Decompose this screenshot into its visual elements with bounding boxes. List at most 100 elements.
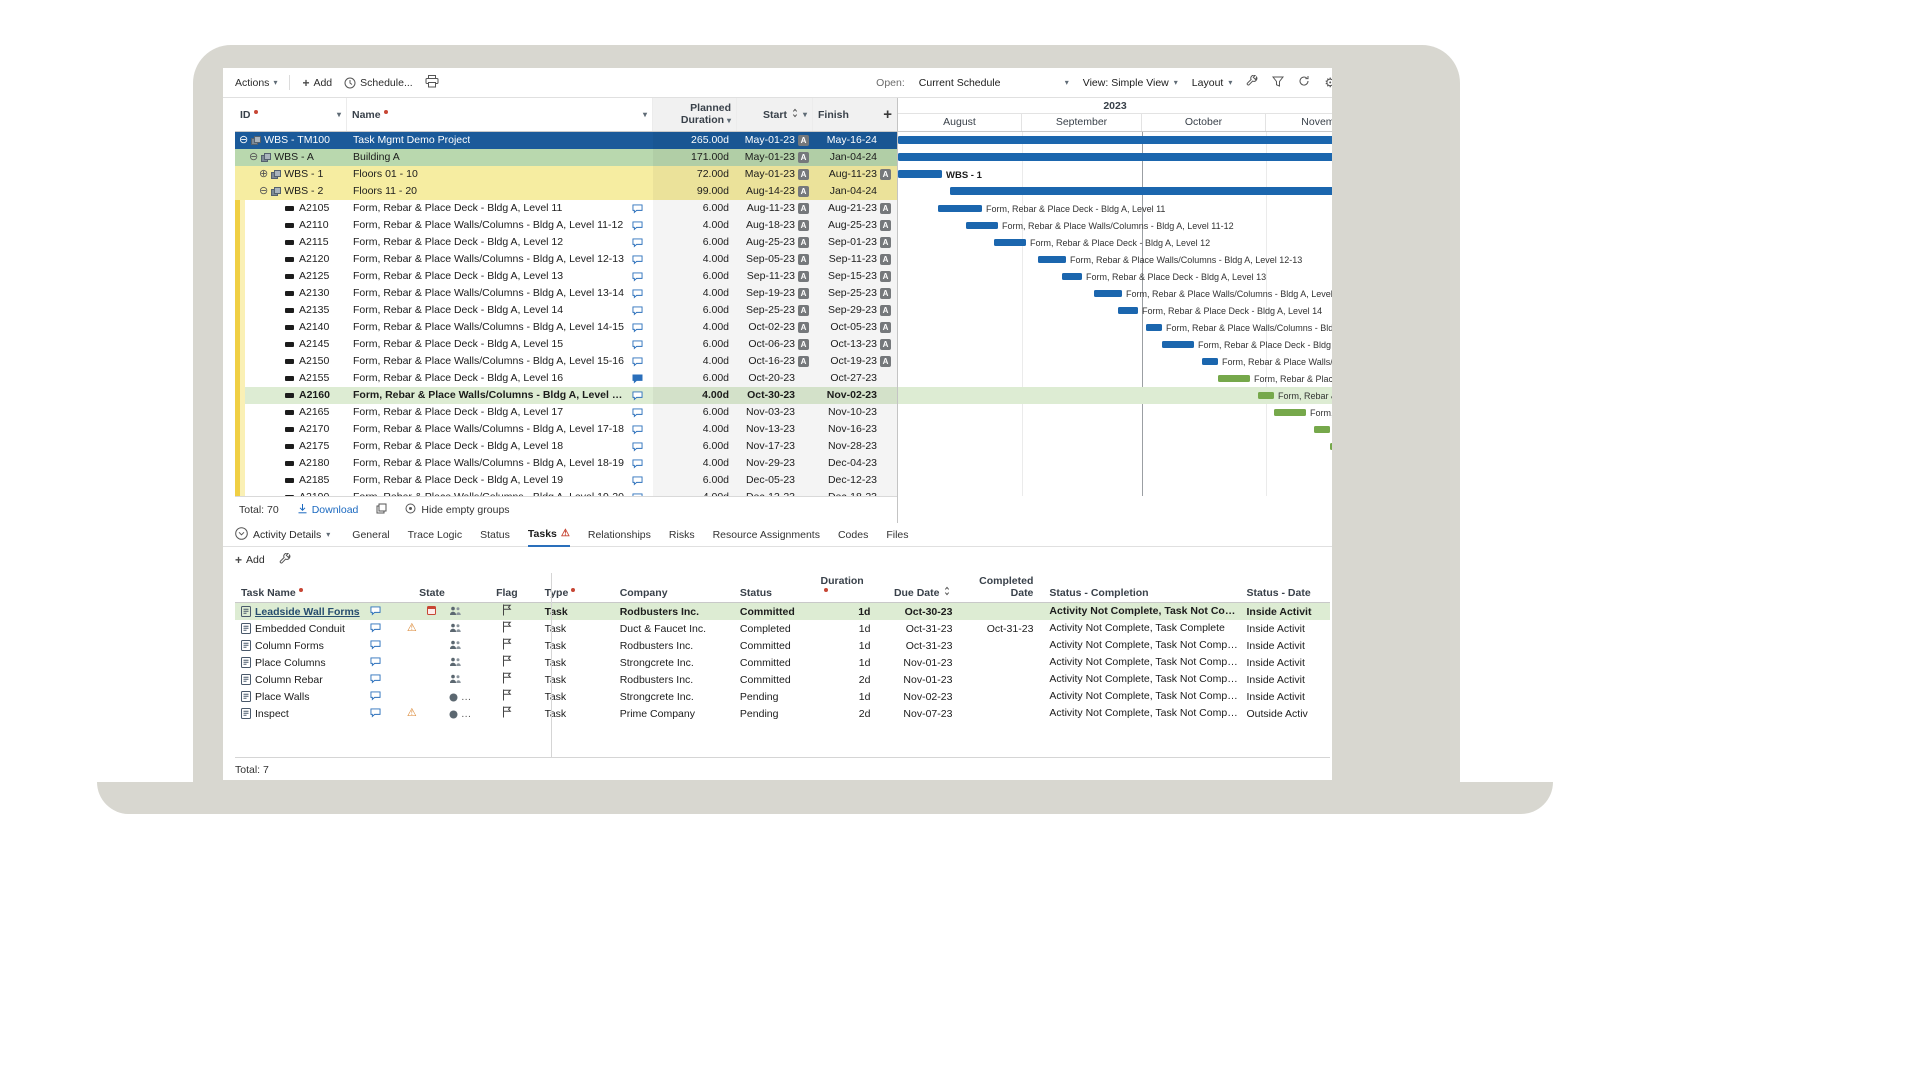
add-column-button[interactable]: + bbox=[883, 106, 892, 123]
comment-icon[interactable] bbox=[632, 424, 643, 438]
comment-icon[interactable] bbox=[370, 606, 381, 619]
tab-codes[interactable]: Codes bbox=[838, 523, 868, 547]
task-row-place-columns[interactable]: Place ColumnsTaskStrongcrete Inc.Committ… bbox=[235, 654, 1330, 671]
flag-icon[interactable] bbox=[502, 706, 512, 721]
grid-row-A2165[interactable]: A2165Form, Rebar & Place Deck - Bldg A, … bbox=[235, 404, 897, 421]
flag-icon[interactable] bbox=[502, 672, 512, 687]
grid-row-A2120[interactable]: A2120Form, Rebar & Place Walls/Columns -… bbox=[235, 251, 897, 268]
schedule-button[interactable]: Schedule... bbox=[344, 77, 413, 89]
gantt-bar-A2115[interactable] bbox=[994, 239, 1026, 246]
comment-icon[interactable] bbox=[370, 691, 381, 704]
task-name[interactable]: Column Forms bbox=[255, 640, 324, 652]
col-header-name[interactable]: Name ▾ bbox=[347, 98, 653, 131]
comment-icon[interactable] bbox=[632, 305, 643, 319]
grid-row-A2140[interactable]: A2140Form, Rebar & Place Walls/Columns -… bbox=[235, 319, 897, 336]
comment-icon[interactable] bbox=[632, 220, 643, 234]
grid-row-A2155[interactable]: A2155Form, Rebar & Place Deck - Bldg A, … bbox=[235, 370, 897, 387]
task-row-leadside-wall-forms[interactable]: ⚙Leadside Wall FormsTaskRodbusters Inc.C… bbox=[235, 603, 1330, 620]
task-row-column-rebar[interactable]: Column RebarTaskRodbusters Inc.Committed… bbox=[235, 671, 1330, 688]
gantt-bar-A2105[interactable] bbox=[938, 205, 982, 212]
print-button[interactable] bbox=[425, 75, 439, 91]
comment-icon[interactable] bbox=[632, 441, 643, 455]
task-name[interactable]: Inspect bbox=[255, 708, 289, 720]
grid-row-A2115[interactable]: A2115Form, Rebar & Place Deck - Bldg A, … bbox=[235, 234, 897, 251]
grid-row-WBS-2[interactable]: ⊖WBS - 2Floors 11 - 2099.00dAug-14-23AJa… bbox=[235, 183, 897, 200]
task-name[interactable]: Place Walls bbox=[255, 691, 309, 703]
col-header-flag[interactable]: Flag bbox=[475, 587, 538, 599]
col-header-status-completion[interactable]: Status - Completion bbox=[1041, 587, 1238, 599]
expand-icon[interactable]: ⊕ bbox=[259, 166, 268, 183]
chevron-down-icon[interactable]: ▾ bbox=[643, 110, 647, 119]
col-header-finish[interactable]: Finish + bbox=[813, 98, 897, 131]
open-schedule-select[interactable]: Current Schedule▾ bbox=[919, 77, 1069, 89]
task-row-embedded-conduit[interactable]: Embedded Conduit⚠TaskDuct & Faucet Inc.C… bbox=[235, 620, 1330, 637]
comment-icon[interactable] bbox=[370, 708, 381, 721]
refresh-button[interactable] bbox=[1298, 75, 1310, 90]
chevron-down-icon[interactable]: ▾ bbox=[727, 116, 731, 125]
grid-row-A2175[interactable]: A2175Form, Rebar & Place Deck - Bldg A, … bbox=[235, 438, 897, 455]
gantt-bar-A2110[interactable] bbox=[966, 222, 998, 229]
tab-files[interactable]: Files bbox=[886, 523, 908, 547]
task-name[interactable]: Place Columns bbox=[255, 657, 326, 669]
gantt-bar-A2170[interactable] bbox=[1314, 426, 1330, 433]
flag-icon[interactable] bbox=[502, 604, 512, 619]
tab-status[interactable]: Status bbox=[480, 523, 510, 547]
task-row-inspect[interactable]: Inspect⚠…TaskPrime CompanyPending2dNov-0… bbox=[235, 705, 1330, 722]
grid-row-A2105[interactable]: A2105Form, Rebar & Place Deck - Bldg A, … bbox=[235, 200, 897, 217]
grid-row-A2185[interactable]: A2185Form, Rebar & Place Deck - Bldg A, … bbox=[235, 472, 897, 489]
download-button[interactable]: Download bbox=[297, 503, 359, 517]
comment-icon[interactable] bbox=[370, 657, 381, 670]
comment-icon[interactable] bbox=[632, 288, 643, 302]
comment-icon[interactable] bbox=[632, 254, 643, 268]
comment-icon[interactable] bbox=[632, 492, 643, 496]
more-icon[interactable]: … bbox=[461, 691, 472, 703]
flag-icon[interactable] bbox=[502, 638, 512, 653]
more-icon[interactable]: … bbox=[461, 708, 472, 720]
activity-details-selector[interactable]: Activity Details ▾ bbox=[235, 527, 330, 543]
gantt-bar-A2120[interactable] bbox=[1038, 256, 1066, 263]
more-settings-button[interactable]: ⚙ bbox=[1324, 75, 1332, 91]
tab-relationships[interactable]: Relationships bbox=[588, 523, 651, 547]
grid-row-A2190[interactable]: A2190Form, Rebar & Place Walls/Columns -… bbox=[235, 489, 897, 496]
collapse-icon[interactable]: ⊖ bbox=[259, 183, 268, 200]
col-header-state[interactable]: State bbox=[389, 587, 475, 599]
export-button[interactable] bbox=[376, 503, 387, 517]
comment-icon[interactable] bbox=[632, 458, 643, 472]
gantt-bar-WBS-A[interactable] bbox=[898, 153, 1332, 161]
gantt-bar-A2140[interactable] bbox=[1146, 324, 1162, 331]
col-header-start[interactable]: Start ▾ bbox=[737, 98, 813, 131]
grid-row-A2180[interactable]: A2180Form, Rebar & Place Walls/Columns -… bbox=[235, 455, 897, 472]
col-header-type[interactable]: Type bbox=[539, 587, 614, 599]
col-header-due-date[interactable]: Due Date bbox=[880, 586, 960, 599]
task-name[interactable]: Embedded Conduit bbox=[255, 623, 345, 635]
hide-empty-groups-toggle[interactable]: Hide empty groups bbox=[405, 503, 509, 517]
comment-icon[interactable] bbox=[370, 640, 381, 653]
tab-tasks[interactable]: Tasks⚠ bbox=[528, 523, 570, 547]
col-header-status[interactable]: Status bbox=[734, 587, 821, 599]
col-header-id[interactable]: ID ▾ bbox=[235, 98, 347, 131]
gantt-bar-A2165[interactable] bbox=[1274, 409, 1306, 416]
comment-icon[interactable] bbox=[632, 475, 643, 489]
flag-icon[interactable] bbox=[502, 689, 512, 704]
filter-button[interactable] bbox=[1272, 76, 1284, 90]
layout-menu-button[interactable]: Layout▾ bbox=[1192, 77, 1233, 89]
grid-row-A2160[interactable]: ⚙A2160Form, Rebar & Place Walls/Columns … bbox=[235, 387, 897, 404]
gantt-bar-A2175[interactable] bbox=[1330, 443, 1332, 450]
comment-icon[interactable] bbox=[370, 623, 381, 636]
comment-icon[interactable] bbox=[632, 237, 643, 251]
col-header-task-name[interactable]: Task Name bbox=[235, 587, 389, 599]
gantt-bar-WBS-2[interactable] bbox=[950, 187, 1332, 195]
comment-icon[interactable] bbox=[632, 390, 643, 404]
chevron-down-icon[interactable]: ▾ bbox=[337, 110, 341, 119]
gantt-bar-WBS-TM100[interactable] bbox=[898, 136, 1332, 144]
settings-wrench-button[interactable] bbox=[1246, 75, 1258, 90]
flag-icon[interactable] bbox=[502, 621, 512, 636]
actions-menu-button[interactable]: Actions▾ bbox=[235, 77, 277, 89]
task-row-place-walls[interactable]: Place Walls…TaskStrongcrete Inc.Pending1… bbox=[235, 688, 1330, 705]
collapse-icon[interactable]: ⊖ bbox=[239, 132, 248, 149]
grid-row-A2130[interactable]: A2130Form, Rebar & Place Walls/Columns -… bbox=[235, 285, 897, 302]
col-header-planned-duration[interactable]: Planned Duration ▾ bbox=[653, 98, 737, 131]
gantt-bar-A2145[interactable] bbox=[1162, 341, 1194, 348]
sort-icon[interactable] bbox=[943, 586, 951, 599]
comment-icon[interactable] bbox=[632, 271, 643, 285]
